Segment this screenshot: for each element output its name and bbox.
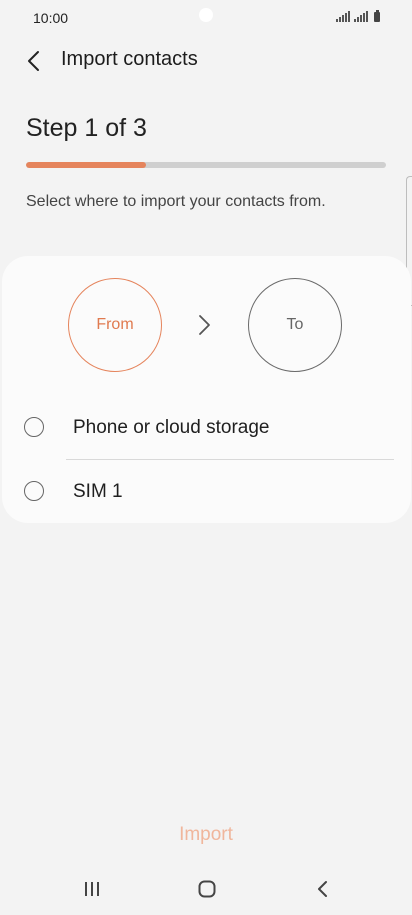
progress-fill [26,162,146,168]
page-title: Import contacts [61,48,198,70]
instruction-text: Select where to import your contacts fro… [26,193,326,210]
signal-icon [336,11,350,22]
camera-cutout [199,8,213,22]
option-phone-or-cloud[interactable]: Phone or cloud storage [2,400,411,456]
home-button[interactable] [187,876,227,902]
to-label: To [286,316,304,333]
home-icon [198,880,216,898]
option-sim-1[interactable]: SIM 1 [2,464,411,520]
recent-apps-icon [85,882,99,896]
back-icon [318,881,327,897]
app-header: Import contacts [0,38,412,82]
battery-icon [374,10,380,22]
status-time: 10:00 [33,10,69,26]
nav-back-button[interactable] [302,876,342,902]
status-bar: 10:00 [0,0,412,36]
progress-bar [26,162,386,168]
from-step-circle: From [68,278,162,372]
chevron-left-icon [28,51,39,71]
back-button[interactable] [18,46,48,76]
divider [66,459,394,460]
import-button[interactable]: Import [0,818,412,852]
recent-apps-button[interactable] [72,876,112,902]
signal-icon [354,11,368,22]
radio-button[interactable] [24,481,44,501]
navigation-bar [0,866,412,912]
status-icons [336,10,380,22]
option-label: SIM 1 [73,481,123,502]
to-step-circle: To [248,278,342,372]
option-label: Phone or cloud storage [73,417,270,438]
chevron-right-icon [199,315,210,335]
from-label: From [96,316,134,333]
radio-button[interactable] [24,417,44,437]
step-title: Step 1 of 3 [26,114,147,142]
source-card: From To Phone or cloud storage SIM 1 [2,256,411,523]
